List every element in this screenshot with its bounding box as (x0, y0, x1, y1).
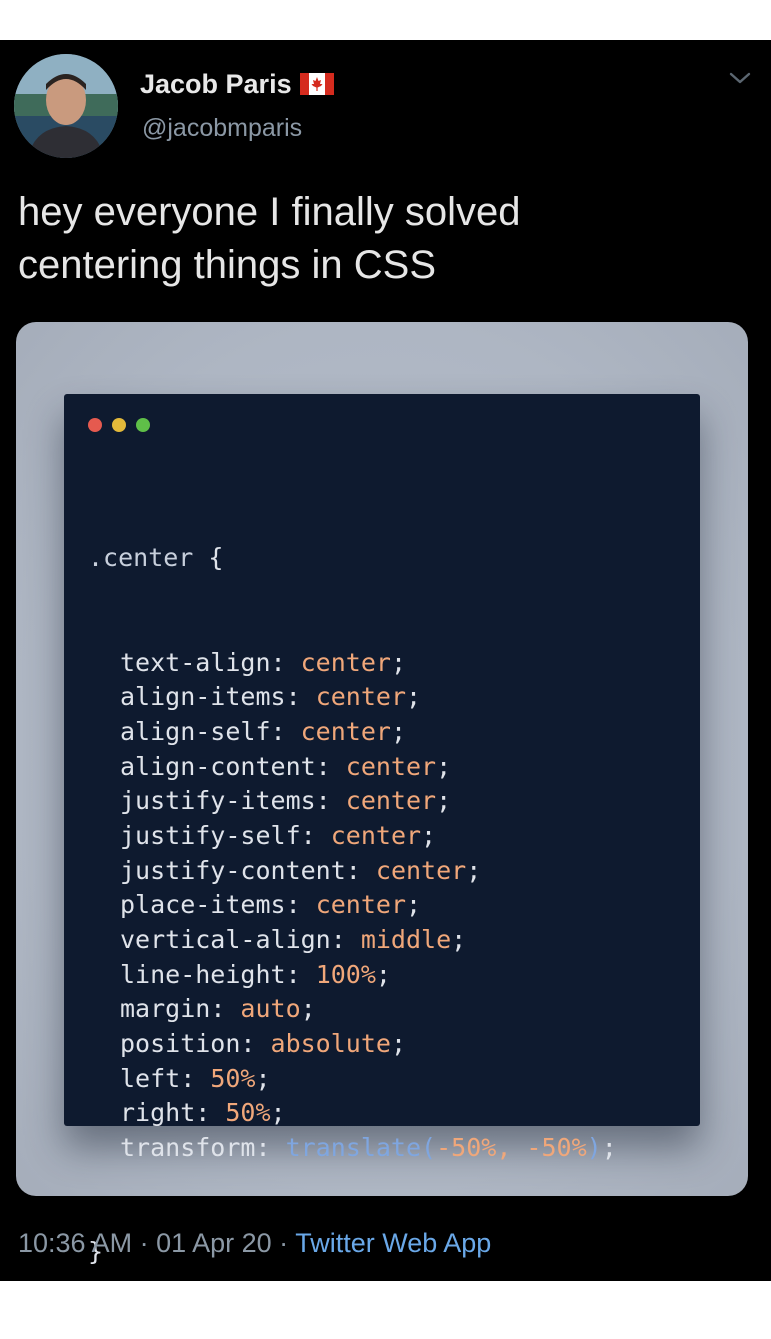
author-handle[interactable]: @jacobmparis (142, 114, 302, 143)
code-line-declaration: justify-items: center; (120, 786, 452, 816)
css-property: transform (120, 1133, 256, 1163)
css-property: justify-content (120, 855, 346, 885)
css-value: auto (240, 994, 301, 1024)
code-line-declaration: align-content: center; (120, 751, 452, 781)
css-value: center (345, 751, 437, 781)
code-line-declaration: align-items: center; (120, 682, 422, 712)
code-line-declaration: transform: translate(-50%, -50%); (120, 1133, 617, 1163)
author-name-row[interactable]: Jacob Paris (140, 64, 334, 104)
code-line-declaration: left: 50%; (120, 1063, 271, 1093)
code-line-declaration: vertical-align: middle; (120, 925, 467, 954)
css-property: align-items (120, 682, 286, 712)
window-controls (88, 418, 150, 432)
css-value: absolute (270, 1029, 391, 1059)
css-property: justify-self (120, 820, 301, 850)
minimize-dot-icon (112, 418, 126, 432)
css-property: align-content (120, 751, 316, 781)
css-property: left (120, 1063, 181, 1093)
code-line-declaration: justify-content: center; (120, 855, 482, 885)
css-property: right (120, 1098, 196, 1128)
code-line-selector: .center { (88, 541, 617, 576)
close-dot-icon (88, 418, 102, 432)
separator: · (132, 1228, 157, 1258)
code-line-declaration: position: absolute; (120, 1029, 407, 1059)
tweet-time[interactable]: 10:36 AM (18, 1228, 132, 1258)
css-property: place-items (120, 890, 286, 920)
code-line-declaration: justify-self: center; (120, 820, 437, 850)
css-value: 100% (315, 959, 376, 989)
css-property: justify-items (120, 786, 316, 816)
avatar[interactable] (14, 54, 118, 158)
css-property: position (120, 1029, 241, 1059)
css-value: 50% (225, 1098, 271, 1128)
css-value: center (300, 647, 391, 677)
css-value: center (330, 820, 422, 850)
tweet-text-line: centering things in CSS (18, 243, 437, 287)
tweet: Jacob Paris @jacobmparis hey everyone I … (0, 40, 771, 1281)
chevron-down-icon[interactable] (727, 68, 753, 88)
open-brace: { (208, 543, 224, 573)
css-function: translate (285, 1133, 422, 1163)
maximize-dot-icon (136, 418, 150, 432)
css-value: 50% (210, 1063, 256, 1093)
css-property: text-align (120, 647, 271, 677)
separator: · (271, 1228, 296, 1258)
tweet-source-link[interactable]: Twitter Web App (295, 1228, 491, 1258)
tweet-text-line: hey everyone I finally solved (18, 190, 521, 234)
canada-flag-icon (299, 73, 334, 95)
css-property: line-height (120, 959, 286, 989)
css-value: center (300, 716, 391, 746)
code-line-declaration: text-align: center; (120, 647, 406, 677)
css-property: vertical-align (120, 925, 331, 954)
code-line-declaration: align-self: center; (120, 716, 406, 746)
css-selector: .center (88, 543, 194, 573)
css-value: center (315, 682, 406, 712)
media-image[interactable]: .center { text-align: center; align-items… (16, 322, 748, 1266)
css-property: margin (120, 994, 211, 1024)
css-code-block: .center { text-align: center; align-items… (88, 472, 617, 1339)
css-value: center (345, 786, 437, 816)
display-name[interactable]: Jacob Paris (140, 69, 292, 100)
css-value: center (315, 890, 406, 920)
code-line-declaration: place-items: center; (120, 890, 422, 920)
css-value: center (375, 855, 467, 885)
code-line-declaration: margin: auto; (120, 994, 316, 1024)
css-property: align-self (120, 716, 271, 746)
avatar-photo (14, 54, 118, 158)
css-value: middle (360, 925, 452, 954)
code-editor-window: .center { text-align: center; align-items… (64, 394, 700, 1266)
code-line-declaration: line-height: 100%; (120, 959, 391, 989)
css-function-args: -50%, -50% (436, 1133, 587, 1163)
code-line-declaration: right: 50%; (120, 1098, 286, 1128)
tweet-timestamp: 10:36 AM · 01 Apr 20 · Twitter Web App (18, 1228, 491, 1259)
tweet-text: hey everyone I finally solved centering … (18, 186, 738, 292)
tweet-date[interactable]: 01 Apr 20 (156, 1228, 272, 1258)
